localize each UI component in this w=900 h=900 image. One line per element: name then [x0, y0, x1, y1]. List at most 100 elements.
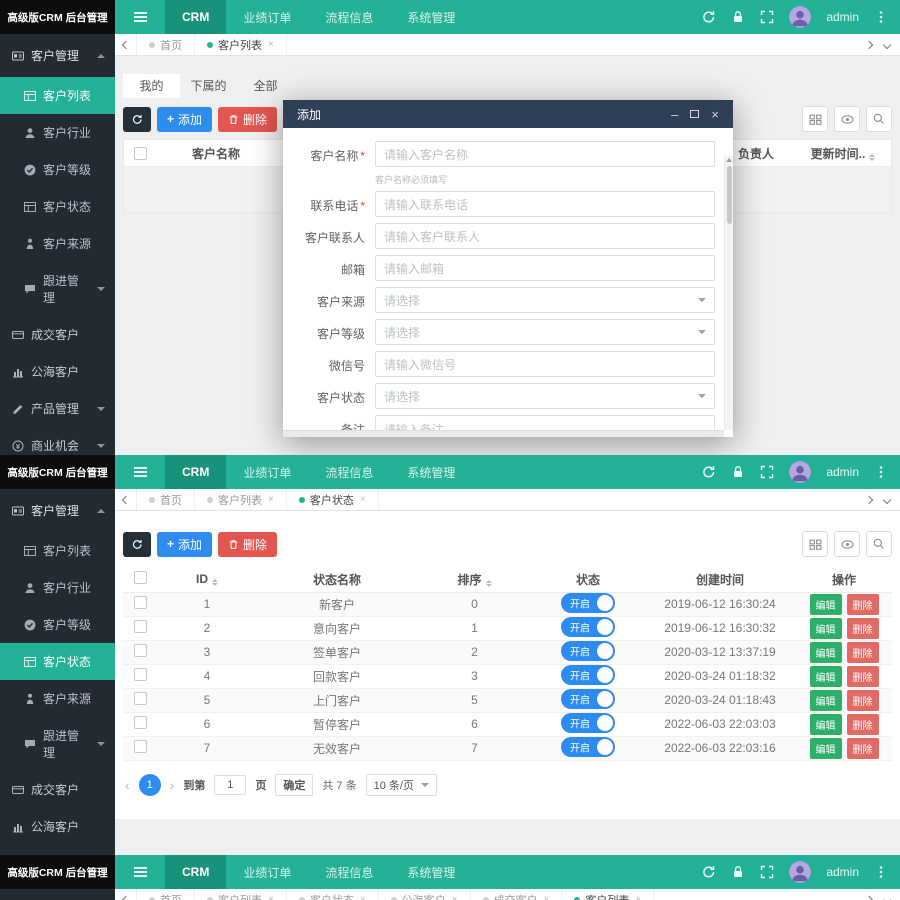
- maximize-icon[interactable]: [690, 110, 699, 118]
- close-icon[interactable]: [711, 107, 719, 122]
- tab-close-icon[interactable]: ×: [268, 894, 274, 900]
- username[interactable]: admin: [826, 465, 859, 479]
- tabs-menu-icon[interactable]: [883, 40, 891, 48]
- edit-button[interactable]: 编辑: [810, 714, 842, 735]
- sidebar-item-followup-mgmt[interactable]: 跟进管理: [0, 717, 115, 771]
- tabs-scroll-left[interactable]: [115, 489, 137, 510]
- delete-button[interactable]: 删除: [847, 738, 879, 759]
- delete-button[interactable]: 删除: [847, 690, 879, 711]
- scrollbar-thumb[interactable]: [727, 166, 732, 224]
- col-customer-name[interactable]: 客户名称: [156, 145, 276, 162]
- breadcrumb-tab[interactable]: 首页: [137, 34, 195, 55]
- edit-button[interactable]: 编辑: [810, 738, 842, 759]
- user-avatar[interactable]: [789, 861, 811, 883]
- sidebar-item-product-mgmt[interactable]: 产品管理: [0, 845, 115, 855]
- status-toggle[interactable]: 开启: [561, 713, 615, 733]
- sidebar-item-followup-mgmt[interactable]: 跟进管理: [0, 262, 115, 316]
- col-created[interactable]: 创建时间: [644, 567, 796, 592]
- nav-item[interactable]: 系统管理: [390, 0, 472, 34]
- row-checkbox[interactable]: [134, 668, 147, 681]
- breadcrumb-tab[interactable]: 客户列表 ×: [195, 34, 287, 55]
- col-updated[interactable]: 更新时间..: [795, 145, 891, 162]
- delete-button[interactable]: 删除: [847, 594, 879, 615]
- sidebar-group-customer-mgmt[interactable]: 客户管理: [0, 489, 115, 532]
- sidebar-group-customer-mgmt[interactable]: 客户管理: [0, 34, 115, 77]
- refresh-icon[interactable]: [702, 465, 716, 479]
- username[interactable]: admin: [826, 865, 859, 879]
- prev-page-icon[interactable]: ‹: [125, 777, 130, 793]
- status-toggle[interactable]: 开启: [561, 665, 615, 685]
- breadcrumb-tab[interactable]: 首页: [137, 489, 195, 510]
- tabs-scroll-left[interactable]: [115, 34, 137, 55]
- tabs-scroll-right[interactable]: [865, 895, 873, 900]
- customer-name-input[interactable]: 请输入客户名称: [375, 141, 715, 167]
- sidebar-item-deal-customers[interactable]: 成交客户: [0, 771, 115, 808]
- col-sort[interactable]: 排序: [417, 567, 532, 592]
- breadcrumb-tab[interactable]: 客户状态 ×: [287, 889, 379, 900]
- sidebar-item-customer-list[interactable]: 客户列表: [0, 77, 115, 114]
- breadcrumb-tab[interactable]: 客户列表 ×: [195, 489, 287, 510]
- status-toggle[interactable]: 开启: [561, 737, 615, 757]
- nav-item[interactable]: CRM: [165, 0, 226, 34]
- sort-icon[interactable]: [869, 154, 875, 161]
- scope-tab[interactable]: 下属的: [180, 74, 237, 98]
- edit-button[interactable]: 编辑: [810, 594, 842, 615]
- delete-button[interactable]: 删除: [847, 642, 879, 663]
- nav-item[interactable]: 系统管理: [390, 455, 472, 489]
- nav-item[interactable]: 系统管理: [390, 855, 472, 889]
- delete-button[interactable]: 删除: [847, 666, 879, 687]
- sidebar-item-customer-status[interactable]: 客户状态: [0, 188, 115, 225]
- row-checkbox[interactable]: [134, 716, 147, 729]
- select-all-checkbox[interactable]: [134, 147, 147, 160]
- customer-status-select[interactable]: 请选择: [375, 383, 715, 409]
- columns-setting-button[interactable]: [802, 106, 828, 132]
- edit-button[interactable]: 编辑: [810, 618, 842, 639]
- sort-icon[interactable]: [486, 580, 492, 587]
- nav-item[interactable]: 业绩订单: [226, 0, 308, 34]
- edit-button[interactable]: 编辑: [810, 666, 842, 687]
- tab-close-icon[interactable]: ×: [544, 894, 550, 900]
- status-toggle[interactable]: 开启: [561, 593, 615, 613]
- menu-toggle-icon[interactable]: [115, 855, 165, 889]
- status-toggle[interactable]: 开启: [561, 641, 615, 661]
- confirm-button[interactable]: 确定: [275, 774, 313, 796]
- minimize-icon[interactable]: [671, 107, 678, 122]
- search-button[interactable]: [866, 106, 892, 132]
- sidebar-item-business-opportunity[interactable]: 商业机会: [0, 427, 115, 455]
- nav-item[interactable]: 流程信息: [308, 855, 390, 889]
- sidebar-item-deal-customers[interactable]: 成交客户: [0, 316, 115, 353]
- add-button[interactable]: 添加: [157, 532, 212, 557]
- more-menu-icon[interactable]: [874, 865, 888, 879]
- breadcrumb-tab[interactable]: 客户列表 ×: [195, 889, 287, 900]
- phone-input[interactable]: 请输入联系电话: [375, 191, 715, 217]
- row-checkbox[interactable]: [134, 644, 147, 657]
- sort-icon[interactable]: [212, 579, 218, 586]
- dialog-header[interactable]: 添加: [283, 100, 733, 128]
- sidebar-item-customer-industry[interactable]: 客户行业: [0, 114, 115, 151]
- refresh-icon[interactable]: [702, 10, 716, 24]
- search-button[interactable]: [866, 531, 892, 557]
- col-status-name[interactable]: 状态名称: [257, 567, 417, 592]
- col-actions[interactable]: 操作: [796, 567, 892, 592]
- tab-close-icon[interactable]: ×: [268, 39, 274, 50]
- nav-item[interactable]: 流程信息: [308, 0, 390, 34]
- tabs-scroll-right[interactable]: [865, 40, 873, 48]
- dialog-scrollbar[interactable]: [724, 156, 733, 430]
- lock-icon[interactable]: [731, 865, 745, 879]
- goto-page-input[interactable]: 1: [214, 775, 246, 795]
- tab-close-icon[interactable]: ×: [635, 894, 641, 900]
- tabs-menu-icon[interactable]: [883, 495, 891, 503]
- fullscreen-icon[interactable]: [760, 865, 774, 879]
- contact-person-input[interactable]: 请输入客户联系人: [375, 223, 715, 249]
- delete-button[interactable]: 删除: [218, 532, 277, 557]
- scope-tab[interactable]: 我的: [123, 74, 180, 98]
- more-menu-icon[interactable]: [874, 465, 888, 479]
- username[interactable]: admin: [826, 10, 859, 24]
- lock-icon[interactable]: [731, 10, 745, 24]
- row-checkbox[interactable]: [134, 620, 147, 633]
- user-avatar[interactable]: [789, 6, 811, 28]
- visibility-button[interactable]: [834, 106, 860, 132]
- columns-setting-button[interactable]: [802, 531, 828, 557]
- col-status[interactable]: 状态: [532, 567, 644, 592]
- row-checkbox[interactable]: [134, 596, 147, 609]
